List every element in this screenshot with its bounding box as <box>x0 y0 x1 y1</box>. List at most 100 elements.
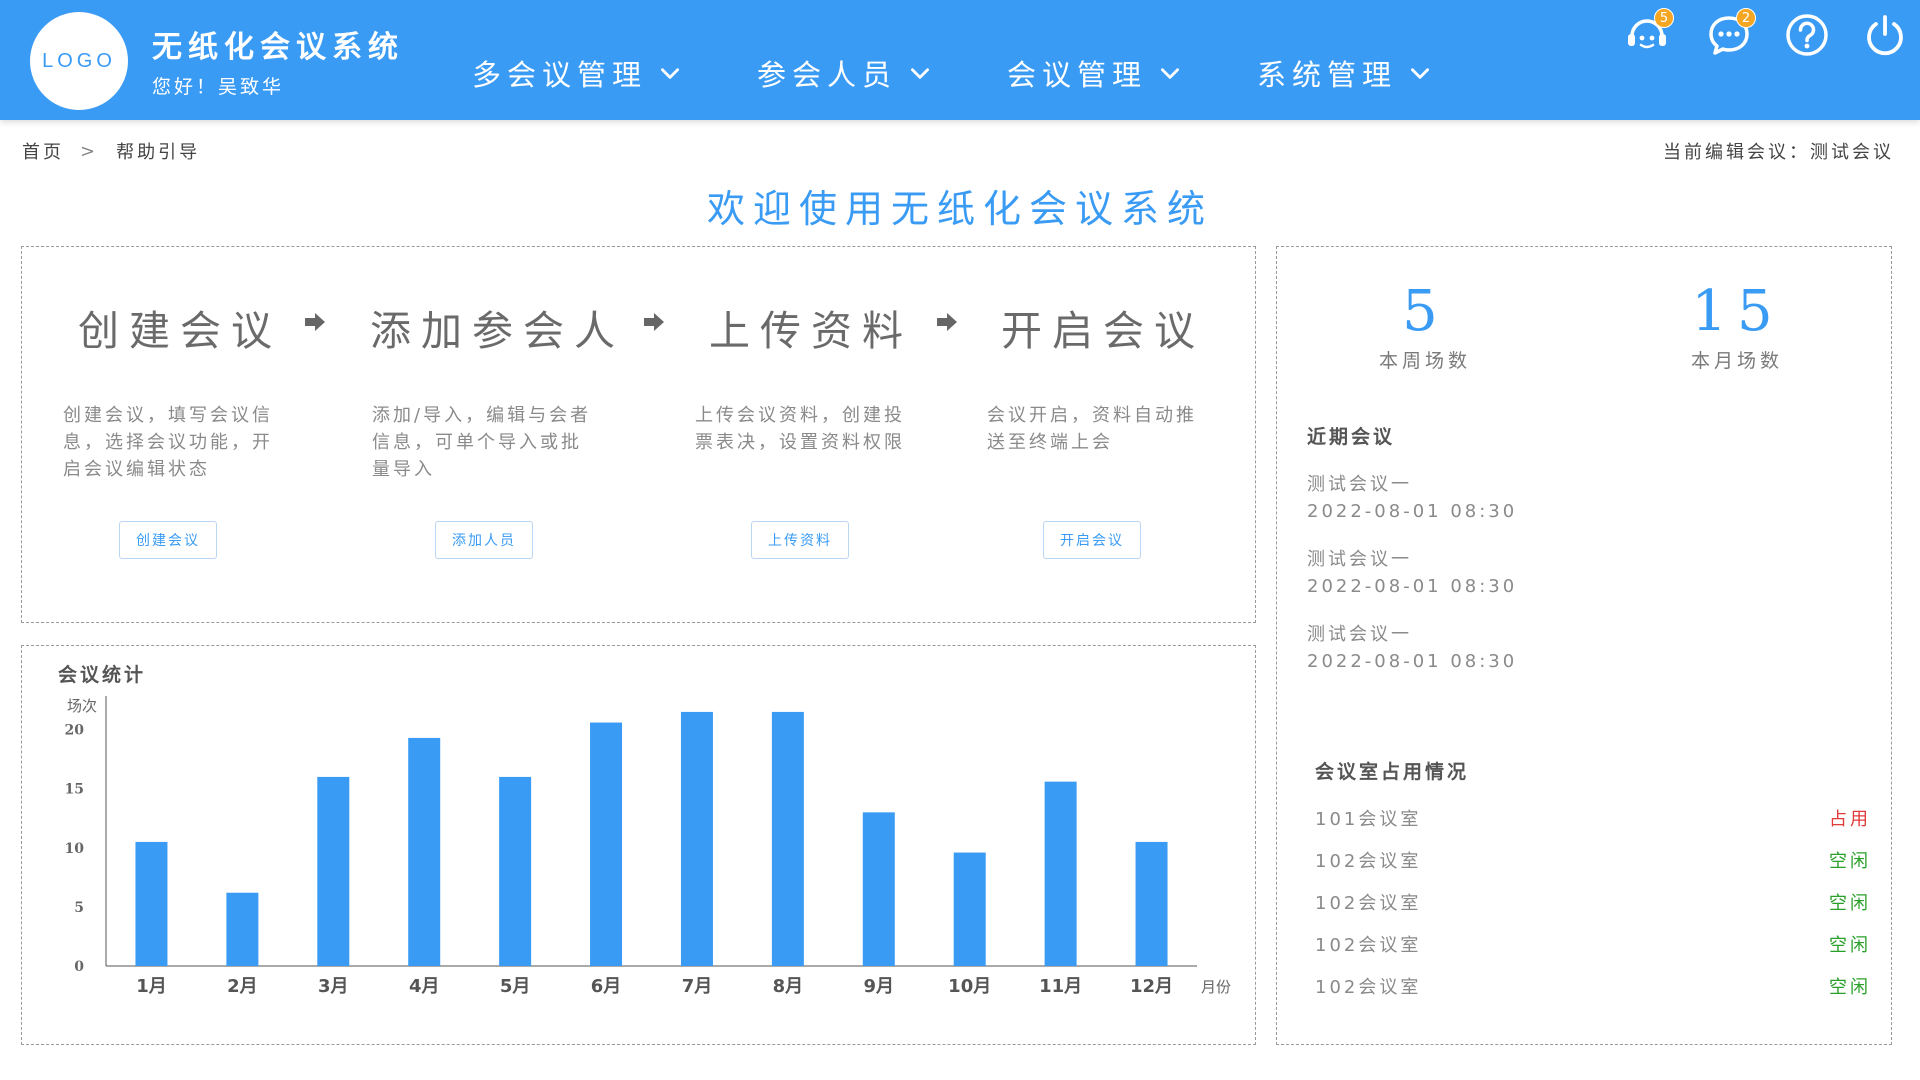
chevron-down-icon <box>1411 68 1430 79</box>
logout-button[interactable] <box>1862 12 1908 58</box>
recent-meetings-list: 测试会议一 2022-08-01 08:30 测试会议一 2022-08-01 … <box>1307 471 1517 696</box>
room-status: 空闲 <box>1829 977 1871 998</box>
month-label: 本月场数 <box>1690 350 1783 372</box>
room-usage-list: 101会议室 占用 102会议室 空闲 102会议室 空闲 102会议室 空闲 … <box>1315 797 1871 1007</box>
week-count: 5 <box>1402 279 1448 344</box>
recent-meeting-time: 2022-08-01 08:30 <box>1307 576 1518 597</box>
list-item[interactable]: 102会议室 空闲 <box>1315 881 1871 923</box>
x-tick-label: 1月 <box>136 976 167 997</box>
upload-material-button[interactable]: 上传资料 <box>751 521 849 559</box>
nav-label: 系统管理 <box>1257 58 1398 92</box>
nav-label: 多会议管理 <box>472 58 648 92</box>
chevron-down-icon <box>1161 68 1180 79</box>
bar <box>1135 841 1168 966</box>
x-tick-label: 5月 <box>500 976 531 997</box>
month-stat: 15 本月场数 <box>1637 279 1837 373</box>
list-item[interactable]: 101会议室 占用 <box>1315 797 1871 839</box>
x-tick-label: 4月 <box>409 976 440 997</box>
list-item[interactable]: 102会议室 空闲 <box>1315 923 1871 965</box>
recent-meetings-heading: 近期会议 <box>1307 426 1396 448</box>
week-stat: 5 本周场数 <box>1325 279 1525 373</box>
room-status: 占用 <box>1829 809 1871 830</box>
bar <box>408 737 441 966</box>
arrow-right-icon <box>937 313 957 331</box>
room-status: 空闲 <box>1829 935 1871 956</box>
help-icon <box>1786 14 1828 56</box>
y-tick-label: 0 <box>74 959 84 975</box>
arrow-right-icon <box>305 313 325 331</box>
bar <box>135 841 168 966</box>
y-axis-label: 场次 <box>67 697 97 715</box>
arrow-right-icon <box>644 313 664 331</box>
x-tick-label: 10月 <box>948 976 991 997</box>
step-desc-add-attendee: 添加/导入，编辑与会者信息，可单个导入或批量导入 <box>372 405 592 480</box>
step-title-start: 开启会议 <box>1001 307 1205 355</box>
add-attendee-button[interactable]: 添加人员 <box>435 521 533 559</box>
room-status: 空闲 <box>1829 893 1871 914</box>
breadcrumb-home[interactable]: 首页 <box>22 138 64 164</box>
bar <box>862 812 895 966</box>
x-axis-label: 月份 <box>1201 978 1231 996</box>
list-item[interactable]: 测试会议一 2022-08-01 08:30 <box>1307 621 1517 675</box>
week-label: 本周场数 <box>1378 350 1471 372</box>
x-tick-label: 6月 <box>591 976 622 997</box>
room-usage-heading: 会议室占用情况 <box>1315 761 1470 783</box>
breadcrumb-current: 帮助引导 <box>116 142 201 163</box>
x-tick-label: 12月 <box>1130 976 1173 997</box>
app-title: 无纸化会议系统 <box>152 30 404 65</box>
list-item[interactable]: 测试会议一 2022-08-01 08:30 <box>1307 546 1517 600</box>
step-title-upload: 上传资料 <box>709 307 913 355</box>
step-title-add-attendee: 添加参会人 <box>370 307 625 355</box>
meeting-stats-chart: 场次 0 5 10 15 20 1月 2月 3月 4月 5月 6月 7月 8月 9月 10月 11月 12月 月份 <box>65 696 1231 997</box>
y-tick-label: 10 <box>65 841 85 857</box>
create-meeting-button[interactable]: 创建会议 <box>119 521 217 559</box>
recent-meeting-time: 2022-08-01 08:30 <box>1307 651 1518 672</box>
room-name: 101会议室 <box>1315 809 1422 830</box>
guide-steps-panel: 创建会议 添加参会人 上传资料 开启会议 创建会议，填写会议信息，选择会议功能，… <box>21 246 1256 623</box>
help-button[interactable] <box>1784 12 1830 58</box>
messages-button[interactable]: 2 <box>1706 8 1756 58</box>
chevron-down-icon <box>911 68 930 79</box>
user-greeting: 您好！吴致华 <box>152 76 285 98</box>
step-desc-upload: 上传会议资料，创建投票表决，设置资料权限 <box>695 405 905 453</box>
recent-meeting-name: 测试会议一 <box>1307 549 1412 570</box>
list-item[interactable]: 测试会议一 2022-08-01 08:30 <box>1307 471 1517 525</box>
customer-service-button[interactable]: 5 <box>1624 8 1674 58</box>
list-item[interactable]: 102会议室 空闲 <box>1315 965 1871 1007</box>
nav-label: 会议管理 <box>1007 58 1148 92</box>
recent-meeting-name: 测试会议一 <box>1307 474 1412 495</box>
bar <box>226 892 259 966</box>
service-badge: 5 <box>1654 8 1674 28</box>
list-item[interactable]: 102会议室 空闲 <box>1315 839 1871 881</box>
bar <box>590 722 623 966</box>
nav-system-management[interactable]: 系统管理 <box>1257 52 1433 94</box>
main-nav: 多会议管理 参会人员 会议管理 系统管理 <box>472 52 1433 94</box>
page-title: 欢迎使用无纸化会议系统 <box>706 187 1213 231</box>
room-name: 102会议室 <box>1315 851 1422 872</box>
chevron-right-icon: > <box>80 140 99 162</box>
logo[interactable]: LOGO <box>30 12 128 110</box>
step-desc-start: 会议开启，资料自动推送至终端上会 <box>987 405 1197 453</box>
room-name: 102会议室 <box>1315 935 1422 956</box>
step-title-create: 创建会议 <box>78 307 282 355</box>
start-meeting-button[interactable]: 开启会议 <box>1043 521 1141 559</box>
messages-badge: 2 <box>1736 8 1756 28</box>
recent-meeting-name: 测试会议一 <box>1307 624 1412 645</box>
current-meeting-label: 当前编辑会议：测试会议 <box>1663 142 1894 163</box>
breadcrumb: 首页 > 帮助引导 <box>22 138 200 164</box>
room-name: 102会议室 <box>1315 977 1422 998</box>
step-desc-create: 创建会议，填写会议信息，选择会议功能，开启会议编辑状态 <box>63 405 273 480</box>
bar <box>1044 781 1077 966</box>
recent-meeting-time: 2022-08-01 08:30 <box>1307 501 1518 522</box>
nav-meeting-management[interactable]: 会议管理 <box>1007 52 1183 94</box>
x-tick-label: 7月 <box>682 976 713 997</box>
nav-multi-meeting[interactable]: 多会议管理 <box>472 52 683 94</box>
y-tick-label: 20 <box>65 723 85 739</box>
month-count: 15 <box>1691 279 1783 344</box>
room-status: 空闲 <box>1829 851 1871 872</box>
x-tick-label: 3月 <box>318 976 349 997</box>
nav-label: 参会人员 <box>757 58 898 92</box>
nav-attendees[interactable]: 参会人员 <box>757 52 933 94</box>
y-tick-label: 5 <box>74 900 84 916</box>
x-tick-label: 11月 <box>1039 976 1082 997</box>
